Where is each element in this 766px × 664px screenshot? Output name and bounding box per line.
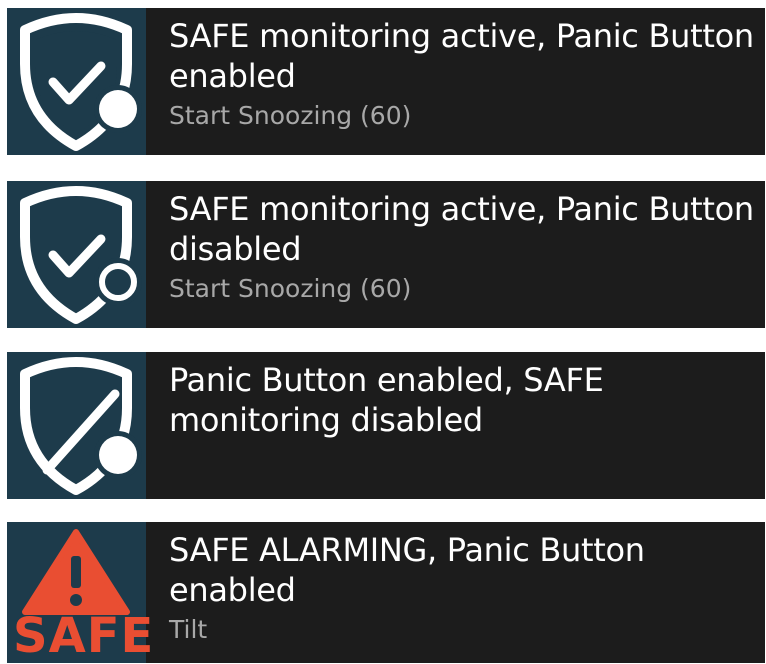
notification-title: SAFE monitoring active, Panic Button dis… xyxy=(169,190,754,268)
notification-panic-enabled-monitoring-disabled[interactable]: Panic Button enabled, SAFE monitoring di… xyxy=(7,352,765,499)
shield-check-outline-dot-icon xyxy=(7,181,146,328)
notification-title: SAFE monitoring active, Panic Button ena… xyxy=(169,17,754,95)
notification-monitoring-active-panic-disabled[interactable]: SAFE monitoring active, Panic Button dis… xyxy=(7,181,765,328)
alarm-warning-icon: SAFE xyxy=(7,522,153,664)
notification-monitoring-active-panic-enabled[interactable]: SAFE monitoring active, Panic Button ena… xyxy=(7,8,765,155)
safe-logo-text: SAFE xyxy=(13,608,155,664)
notification-safe-alarming[interactable]: SAFE SAFE ALARMING, Panic Button enabled… xyxy=(7,522,765,664)
notification-subtitle: Start Snoozing (60) xyxy=(169,101,412,130)
shield-check-icon xyxy=(7,8,146,155)
notification-title: Panic Button enabled, SAFE monitoring di… xyxy=(169,361,604,439)
shield-slash-icon xyxy=(7,352,146,499)
notification-title: SAFE ALARMING, Panic Button enabled xyxy=(169,531,645,609)
notification-subtitle: Tilt xyxy=(169,615,208,644)
notification-subtitle: Start Snoozing (60) xyxy=(169,274,412,303)
